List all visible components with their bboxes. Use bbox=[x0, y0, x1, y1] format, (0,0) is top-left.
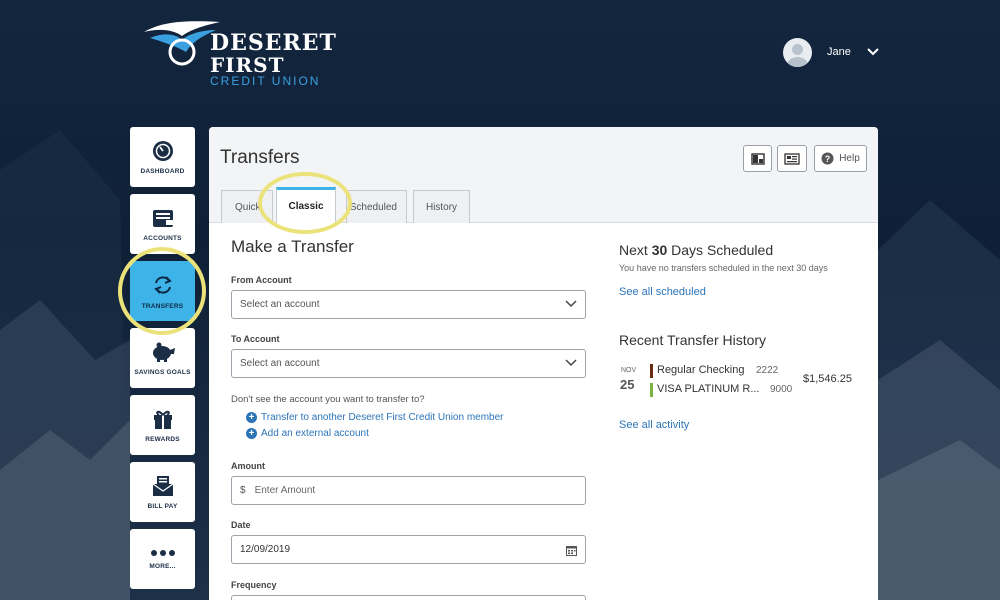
history-to-number: 9000 bbox=[770, 384, 793, 395]
user-menu[interactable]: Jane bbox=[783, 37, 879, 67]
date-value: 12/09/2019 bbox=[240, 544, 291, 555]
plus-circle-icon: + bbox=[246, 412, 257, 423]
frequency-select[interactable] bbox=[231, 595, 586, 600]
nav-label-dashboard: DASHBOARD bbox=[140, 167, 185, 175]
question-circle-icon: ? bbox=[821, 152, 834, 165]
nav-label-accounts: ACCOUNTS bbox=[143, 234, 182, 242]
to-account-color-bar bbox=[650, 383, 653, 397]
from-account-label: From Account bbox=[231, 275, 292, 285]
nav-more[interactable]: MORE... bbox=[130, 529, 195, 589]
envelope-bill-icon bbox=[152, 475, 173, 496]
nav-label-transfers: TRANSFERS bbox=[141, 302, 184, 310]
nav-bill-pay[interactable]: BILL PAY bbox=[130, 462, 195, 522]
to-account-select[interactable]: Select an account bbox=[231, 349, 586, 378]
nav-label-bill-pay: BILL PAY bbox=[147, 502, 178, 510]
piggy-bank-icon bbox=[152, 342, 175, 362]
tab-scheduled[interactable]: Scheduled bbox=[346, 190, 407, 223]
scheduled-empty-text: You have no transfers scheduled in the n… bbox=[619, 263, 828, 273]
nav-label-rewards: REWARDS bbox=[145, 435, 180, 443]
chevron-down-icon bbox=[565, 359, 577, 367]
tab-label-scheduled: Scheduled bbox=[349, 201, 397, 213]
tab-label-quick: Quick bbox=[235, 201, 261, 213]
page-title: Transfers bbox=[220, 147, 300, 168]
nav-savings-goals[interactable]: SAVINGS GOALS bbox=[130, 328, 195, 388]
history-month: NOV bbox=[621, 367, 637, 374]
missing-account-question: Don't see the account you want to transf… bbox=[231, 394, 425, 405]
print-button[interactable] bbox=[777, 145, 807, 172]
document-icon bbox=[784, 152, 800, 165]
to-account-label: To Account bbox=[231, 334, 280, 344]
from-account-select[interactable]: Select an account bbox=[231, 290, 586, 319]
avatar[interactable] bbox=[783, 37, 812, 67]
tab-label-classic: Classic bbox=[288, 201, 324, 212]
history-title: Recent Transfer History bbox=[619, 332, 767, 348]
history-from-account: Regular Checking bbox=[657, 364, 745, 376]
see-all-activity-link[interactable]: See all activity bbox=[619, 419, 689, 431]
history-from-number: 2222 bbox=[756, 365, 779, 376]
user-name: Jane bbox=[827, 46, 851, 58]
transfer-to-member-link[interactable]: + Transfer to another Deseret First Cred… bbox=[246, 412, 504, 423]
nav-rewards[interactable]: REWARDS bbox=[130, 395, 195, 455]
tab-quick[interactable]: Quick bbox=[221, 190, 273, 223]
add-external-account-link[interactable]: + Add an external account bbox=[246, 428, 369, 439]
scheduled-title: Next 30 Days Scheduled bbox=[619, 242, 773, 258]
brand-logo[interactable]: DESERET FIRST CREDIT UNION bbox=[142, 18, 336, 88]
nav-transfers[interactable]: TRANSFERS bbox=[130, 261, 195, 321]
from-account-placeholder: Select an account bbox=[240, 299, 320, 310]
date-label: Date bbox=[231, 520, 251, 530]
view-toggle-button[interactable] bbox=[743, 145, 772, 172]
frequency-label: Frequency bbox=[231, 580, 277, 590]
panel-header: Transfers ? Help Quick Scheduled Classic… bbox=[209, 127, 878, 223]
nav-accounts[interactable]: ACCOUNTS bbox=[130, 194, 195, 254]
nav-label-more: MORE... bbox=[149, 562, 176, 570]
calendar-icon[interactable] bbox=[566, 545, 577, 556]
currency-symbol: $ bbox=[240, 485, 246, 496]
chevron-down-icon[interactable] bbox=[867, 48, 879, 56]
help-label: Help bbox=[839, 153, 860, 164]
from-account-color-bar bbox=[650, 364, 653, 378]
svg-text:?: ? bbox=[825, 154, 831, 164]
nav-dashboard[interactable]: DASHBOARD bbox=[130, 127, 195, 187]
chevron-down-icon bbox=[565, 300, 577, 308]
plus-circle-icon: + bbox=[246, 428, 257, 439]
more-dots-icon bbox=[150, 549, 175, 556]
to-account-placeholder: Select an account bbox=[240, 358, 320, 369]
tab-classic[interactable]: Classic bbox=[276, 187, 336, 223]
history-amount: $1,546.25 bbox=[803, 373, 852, 385]
transfers-panel: Transfers ? Help Quick Scheduled Classic… bbox=[209, 127, 878, 600]
nav-label-savings-goals: SAVINGS GOALS bbox=[134, 368, 191, 376]
tab-label-history: History bbox=[425, 201, 458, 213]
amount-input[interactable]: $ Enter Amount bbox=[231, 476, 586, 505]
scheduled-title-post: Days Scheduled bbox=[667, 242, 774, 258]
form-title: Make a Transfer bbox=[231, 237, 354, 256]
transfer-to-member-label: Transfer to another Deseret First Credit… bbox=[261, 412, 504, 423]
layout-icon bbox=[750, 152, 765, 165]
brand-name-line3: CREDIT UNION bbox=[210, 74, 321, 88]
see-all-scheduled-link[interactable]: See all scheduled bbox=[619, 286, 706, 298]
amount-placeholder: Enter Amount bbox=[254, 485, 316, 496]
history-day: 25 bbox=[620, 377, 635, 392]
scheduled-title-pre: Next bbox=[619, 242, 652, 258]
transfer-arrows-icon bbox=[153, 275, 172, 294]
date-input[interactable]: 12/09/2019 bbox=[231, 535, 586, 564]
scheduled-title-days: 30 bbox=[651, 242, 668, 258]
amount-label: Amount bbox=[231, 461, 265, 471]
add-external-account-label: Add an external account bbox=[261, 428, 369, 439]
tab-history[interactable]: History bbox=[413, 190, 470, 223]
help-button[interactable]: ? Help bbox=[814, 145, 867, 172]
gift-icon bbox=[153, 410, 172, 429]
wallet-icon bbox=[152, 209, 173, 227]
gauge-icon bbox=[152, 140, 173, 161]
history-to-account: VISA PLATINUM R... bbox=[657, 383, 760, 395]
